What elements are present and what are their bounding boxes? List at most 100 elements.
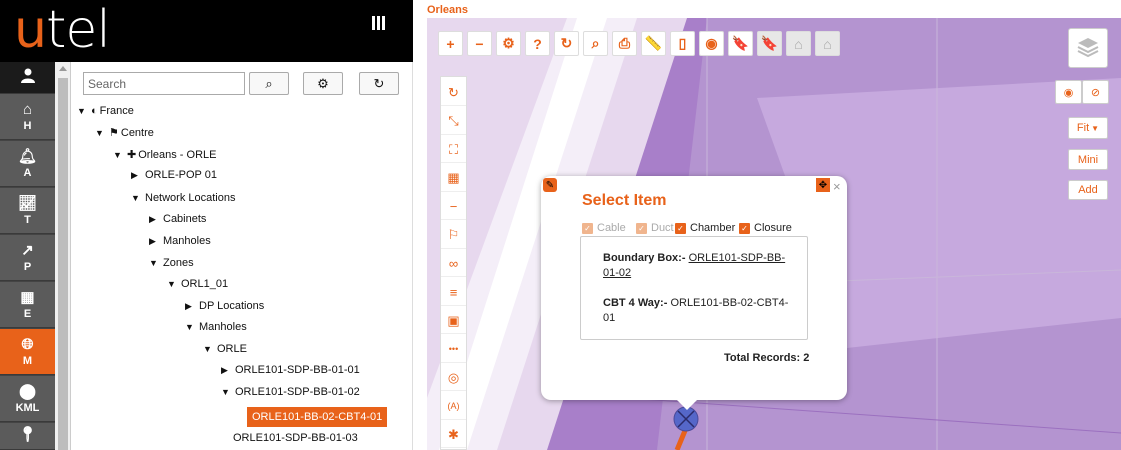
shrink-tool[interactable]: ⤡ (441, 108, 466, 135)
tree-node[interactable]: ORLE101-BB-02-CBT4-01 (247, 407, 388, 427)
bookmark-icon: 🔖 (731, 35, 750, 51)
more-tool[interactable]: ••• (441, 336, 466, 363)
caret-down-icon[interactable]: ▼ (95, 126, 109, 140)
tree-node[interactable]: ▼ ✚ Orleans - ORLE (113, 148, 216, 162)
filter-cable[interactable]: ✓ Cable (582, 222, 626, 234)
settings-button[interactable]: ⚙ (496, 31, 521, 56)
menu-icon[interactable] (372, 16, 386, 30)
rail-label: H (23, 119, 32, 132)
pin-icon: ✚ (127, 149, 137, 161)
rail-p[interactable]: ↗ P (0, 235, 55, 281)
rail-label: M (22, 354, 33, 367)
antenna-tool[interactable]: (A) (441, 393, 466, 420)
rail-e[interactable]: ▦ E (0, 282, 55, 328)
tree-node[interactable]: ▶ Manholes (149, 234, 211, 248)
scroll-up-arrow-icon[interactable] (59, 66, 67, 71)
tree-node[interactable]: ▼ ORLE (203, 342, 247, 356)
record-cbt-4-way[interactable]: CBT 4 Way:- ORLE101-BB-02-CBT4-01 (603, 296, 793, 326)
refresh-button[interactable]: ↻ (554, 31, 579, 56)
measure-button[interactable]: 📏 (641, 31, 666, 56)
tree-node[interactable]: ▼ ORL1_01 (167, 277, 228, 291)
flag-tool[interactable]: ⚐ (441, 222, 466, 249)
caret-down-icon[interactable]: ▼ (221, 385, 235, 399)
show-layer-button[interactable]: ◉ (1055, 80, 1082, 104)
rotate-tool[interactable]: ↻ (441, 80, 466, 106)
tree-node[interactable]: ▶ ORLE-POP 01 (131, 168, 217, 182)
caret-down-icon[interactable]: ▼ (203, 342, 217, 356)
caret-down-icon[interactable]: ▼ (77, 104, 91, 118)
tree-node[interactable]: ▼ Zones (149, 256, 194, 270)
align-tool[interactable]: ≡ (441, 279, 466, 306)
home-disabled-button[interactable]: ⌂ (815, 31, 840, 56)
left-panel-scrollbar[interactable] (55, 62, 71, 450)
filter-closure[interactable]: ✓ Closure (739, 222, 792, 234)
caret-down-icon[interactable]: ▼ (167, 277, 181, 291)
filter-duct[interactable]: ✓ Duct (636, 222, 674, 234)
scrollbar-thumb[interactable] (58, 78, 68, 450)
move-icon[interactable]: ✥ (816, 178, 830, 192)
help-button[interactable]: ? (525, 31, 550, 56)
add-button[interactable]: Add (1068, 180, 1108, 200)
zoom-in-icon: + (446, 35, 455, 52)
caret-right-icon[interactable]: ▶ (149, 234, 163, 248)
dome-disabled-button[interactable]: ⌂ (786, 31, 811, 56)
caret-right-icon[interactable]: ▶ (131, 168, 145, 182)
caret-down-icon[interactable]: ▼ (131, 191, 145, 205)
bookmark-disabled-button[interactable]: 🔖 (757, 31, 782, 56)
print-button[interactable]: ⎙ (612, 31, 637, 56)
rail-pin[interactable]: 📍︎ (0, 423, 55, 450)
mini-button[interactable]: Mini (1068, 149, 1108, 170)
chain-tool[interactable]: ∞ (441, 251, 466, 277)
rail-map[interactable]: 🌐︎ M (0, 329, 55, 375)
tree-node[interactable]: ▼ ORLE101-SDP-BB-01-02 (221, 385, 360, 399)
rotate-icon: ↻ (448, 84, 459, 100)
map-view[interactable]: + − ⚙? ↻ ⌕ ⎙ 📏 ▯ ◉ 🔖 🔖 ⌂ ⌂ ↻ ⤡ ⛶ ▦ − ⚐ ∞ ≡ ▣ ••• ◎ (A) ✱ ◉ ⊘ Fit… (427, 18, 1121, 450)
caret-right-icon[interactable]: ▶ (149, 212, 163, 226)
hide-layer-button[interactable]: ⊘ (1082, 80, 1109, 104)
tree-node[interactable]: ▼ Manholes (185, 320, 247, 334)
caret-right-icon[interactable]: ▶ (221, 363, 235, 377)
filter-chamber[interactable]: ✓ Chamber (675, 222, 735, 234)
search-button[interactable]: ⌕ (583, 31, 608, 56)
minus-tool[interactable]: − (441, 194, 466, 220)
zoom-in-button[interactable]: + (438, 31, 463, 56)
visibility-button[interactable]: ◉ (699, 31, 724, 56)
tree-node[interactable]: ▼ ◐ France (77, 104, 134, 118)
settings-button[interactable]: ⚙ (303, 72, 343, 95)
tree-node[interactable]: ▶ Cabinets (149, 212, 206, 226)
logo-letters-tel: tel (45, 0, 111, 60)
search-button[interactable]: ⌕ (249, 72, 289, 95)
rail-trends[interactable]: 📈︎ T (0, 188, 55, 234)
rail-home[interactable]: ⌂ H (0, 94, 55, 140)
bookmark-button[interactable]: 🔖 (728, 31, 753, 56)
caret-down-icon[interactable]: ▼ (185, 320, 199, 334)
fit-dropdown[interactable]: Fit ▼ (1068, 117, 1108, 139)
layers-button[interactable] (1068, 28, 1108, 68)
tree-node[interactable]: ▼ Network Locations (131, 191, 236, 205)
rail-user[interactable] (0, 62, 55, 94)
refresh-button[interactable]: ↻ (359, 72, 399, 95)
zoom-out-button[interactable]: − (467, 31, 492, 56)
caret-down-icon[interactable]: ▼ (149, 256, 163, 270)
chip-icon: ▦ (20, 288, 35, 306)
gear-icon: ⚙ (317, 75, 329, 91)
record-boundary-box[interactable]: Boundary Box:- ORLE101-SDP-BB-01-02 (603, 251, 793, 281)
frame-button[interactable]: ▯ (670, 31, 695, 56)
table-tool[interactable]: ▦ (441, 165, 466, 192)
popup-tool-icon[interactable]: ✎ (543, 178, 557, 192)
rail-kml[interactable]: ⬤ KML (0, 376, 55, 422)
close-icon[interactable]: × (833, 179, 841, 194)
caret-right-icon[interactable]: ▶ (185, 299, 199, 313)
asterisk-tool[interactable]: ✱ (441, 422, 466, 448)
fullscreen-tool[interactable]: ⛶ (441, 137, 466, 163)
tree-node[interactable]: ORLE101-SDP-BB-01-03 (233, 431, 358, 445)
tree-node[interactable]: ▼ ⚑ Centre (95, 126, 154, 140)
target-tool[interactable]: ◎ (441, 365, 466, 391)
box-select-tool[interactable]: ▣ (441, 308, 466, 334)
utel-logo[interactable]: u tel (14, 0, 111, 62)
tree-node[interactable]: ▶ ORLE101-SDP-BB-01-01 (221, 363, 360, 377)
tree-node[interactable]: ▶ DP Locations (185, 299, 264, 313)
caret-down-icon[interactable]: ▼ (113, 148, 127, 162)
rail-alerts[interactable]: 🔔︎ A (0, 141, 55, 187)
search-input[interactable] (83, 72, 245, 95)
